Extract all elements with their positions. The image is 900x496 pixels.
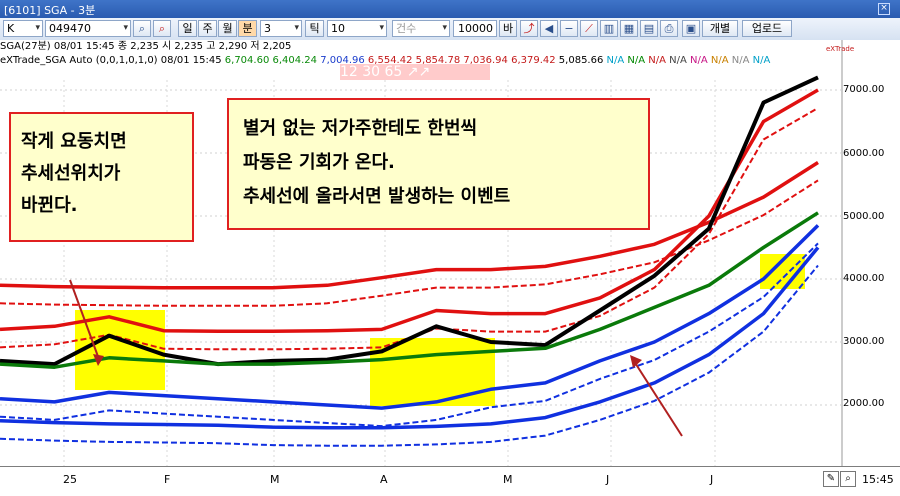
- indicator-value: N/A: [665, 55, 687, 66]
- close-icon[interactable]: ×: [878, 3, 890, 15]
- x-axis-bar: 25 F M A M J J ✎ ⌕ 15:45: [0, 466, 900, 496]
- tick-select[interactable]: 10: [327, 20, 387, 37]
- indicator-value: 6,404.24: [269, 55, 318, 66]
- minute-select[interactable]: 3: [260, 20, 302, 37]
- window-title: [6101] SGA - 3분: [4, 4, 96, 17]
- volume-unit-button[interactable]: 바: [499, 20, 517, 37]
- annotation-center: 별거 없는 저가주한테도 한번씩 파동은 기회가 온다. 추세선에 올라서면 발…: [227, 98, 650, 230]
- upload-button[interactable]: 업로드: [742, 20, 792, 37]
- indicator-value: 6,379.42: [507, 55, 556, 66]
- indicator-value: 5,085.66: [555, 55, 604, 66]
- period-month-button[interactable]: 월: [218, 20, 237, 37]
- annotation-center-line: 파동은 기회가 온다.: [243, 152, 395, 173]
- x-tick-label: A: [380, 473, 388, 486]
- window-titlebar: [6101] SGA - 3분 ×: [0, 0, 900, 18]
- period-week-button[interactable]: 주: [198, 20, 217, 37]
- indicator-values: 6,704.60 6,404.24 7,004.96 6,554.42 5,85…: [225, 55, 771, 66]
- trend-up-icon[interactable]: ⤴: [520, 20, 538, 37]
- indicator-value: 6,704.60: [224, 55, 270, 66]
- indicator-value: N/A: [624, 55, 646, 66]
- indicator-value: N/A: [749, 55, 771, 66]
- price-info-line: SGA(27분) 08/01 15:45 종 2,235 시 2,235 고 2…: [0, 41, 291, 53]
- y-tick-label: 4000.00: [843, 273, 885, 284]
- brand-logo: eXTrade: [826, 45, 855, 53]
- volume-type-select[interactable]: 건수: [392, 20, 450, 37]
- print-icon[interactable]: ⎙: [660, 20, 678, 37]
- indicator-value: N/A: [686, 55, 708, 66]
- scroll-left-icon[interactable]: ◀: [540, 20, 558, 37]
- y-tick-label: 7000.00: [843, 84, 885, 95]
- annotation-left-line: 작게 요동치면: [21, 131, 127, 152]
- x-tick-label: 25: [63, 473, 77, 486]
- period-day-button[interactable]: 일: [178, 20, 197, 37]
- indicator-value: N/A: [728, 55, 750, 66]
- volume-input[interactable]: 10000: [453, 20, 497, 37]
- search-red-icon[interactable]: ⌕: [153, 20, 171, 37]
- search-icon[interactable]: ⌕: [133, 20, 151, 37]
- annotation-left-line: 추세선위치가: [21, 163, 121, 184]
- x-tick-label: M: [270, 473, 280, 486]
- toolbar: K 049470 ⌕ ⌕ 일 주 월 분 3 틱 10 건수 10000 바 ⤴…: [0, 18, 900, 41]
- indicator-value: N/A: [645, 55, 666, 66]
- time-label: 15:45: [862, 473, 894, 486]
- chart-type-icon[interactable]: ▥: [600, 20, 618, 37]
- y-tick-label: 6000.00: [843, 148, 885, 159]
- y-tick-label: 3000.00: [843, 336, 885, 347]
- indicator-value: N/A: [707, 55, 729, 66]
- annotation-left: 작게 요동치면 추세선위치가 바뀐다.: [9, 112, 194, 242]
- magnifier-icon[interactable]: ⌕: [840, 471, 856, 487]
- grid-icon[interactable]: ▦: [620, 20, 638, 37]
- page-icon[interactable]: ▣: [682, 20, 700, 37]
- price-info-text: SGA(27분) 08/01 15:45 종 2,235 시 2,235 고 2…: [0, 41, 292, 52]
- individual-button[interactable]: 개별: [702, 20, 738, 37]
- indicator-info-prefix: eXTrade_SGA Auto (0,0,1,0,1,0) 08/01 15:…: [0, 55, 222, 66]
- annotation-center-line: 추세선에 올라서면 발생하는 이벤트: [243, 186, 511, 207]
- y-tick-label: 5000.00: [843, 211, 885, 222]
- tick-button[interactable]: 틱: [305, 20, 324, 37]
- annotation-left-line: 바뀐다.: [21, 195, 78, 216]
- pencil-icon[interactable]: ✎: [823, 471, 839, 487]
- y-tick-label: 2000.00: [843, 398, 885, 409]
- x-tick-label: J: [606, 473, 610, 486]
- annotation-center-line: 별거 없는 저가주한테도 한번씩: [243, 118, 478, 139]
- market-select[interactable]: K: [3, 20, 43, 37]
- x-tick-label: J: [710, 473, 714, 486]
- ghost-indicator-text: 12 30 65 ↗↗: [340, 64, 490, 80]
- table-icon[interactable]: ▤: [640, 20, 658, 37]
- zoom-out-icon[interactable]: −: [560, 20, 578, 37]
- x-tick-label: M: [503, 473, 513, 486]
- code-input[interactable]: 049470: [45, 20, 131, 37]
- period-minute-button[interactable]: 분: [238, 20, 257, 37]
- draw-line-icon[interactable]: ⟋: [580, 20, 598, 37]
- x-tick-label: F: [164, 473, 171, 486]
- indicator-value: N/A: [603, 55, 625, 66]
